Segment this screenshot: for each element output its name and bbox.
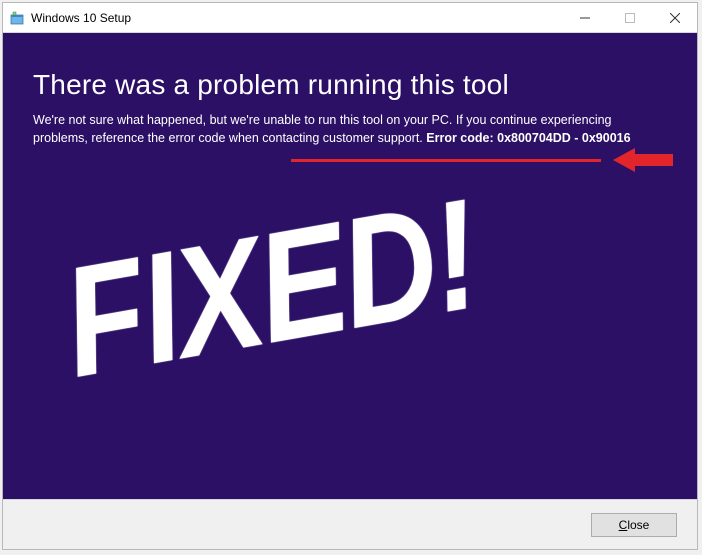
content-area: There was a problem running this tool We…: [3, 33, 697, 499]
close-button-accel: C: [619, 518, 628, 532]
footer-bar: Close: [3, 499, 697, 549]
error-heading: There was a problem running this tool: [33, 69, 667, 101]
error-code: Error code: 0x800704DD - 0x90016: [426, 131, 630, 145]
maximize-button: [607, 3, 652, 33]
window-title: Windows 10 Setup: [31, 11, 562, 25]
window-controls: [562, 3, 697, 32]
annotation-arrow-icon: [613, 146, 673, 179]
close-button-label: lose: [627, 518, 649, 532]
error-description: We're not sure what happened, but we're …: [33, 111, 667, 147]
setup-window: Windows 10 Setup There was a problem run…: [2, 2, 698, 550]
close-button[interactable]: Close: [591, 513, 677, 537]
app-icon: [9, 10, 25, 26]
annotation-fixed-stamp: FIXED!: [51, 163, 490, 412]
minimize-button[interactable]: [562, 3, 607, 33]
titlebar: Windows 10 Setup: [3, 3, 697, 33]
close-window-button[interactable]: [652, 3, 697, 33]
annotation-underline: [291, 159, 601, 162]
